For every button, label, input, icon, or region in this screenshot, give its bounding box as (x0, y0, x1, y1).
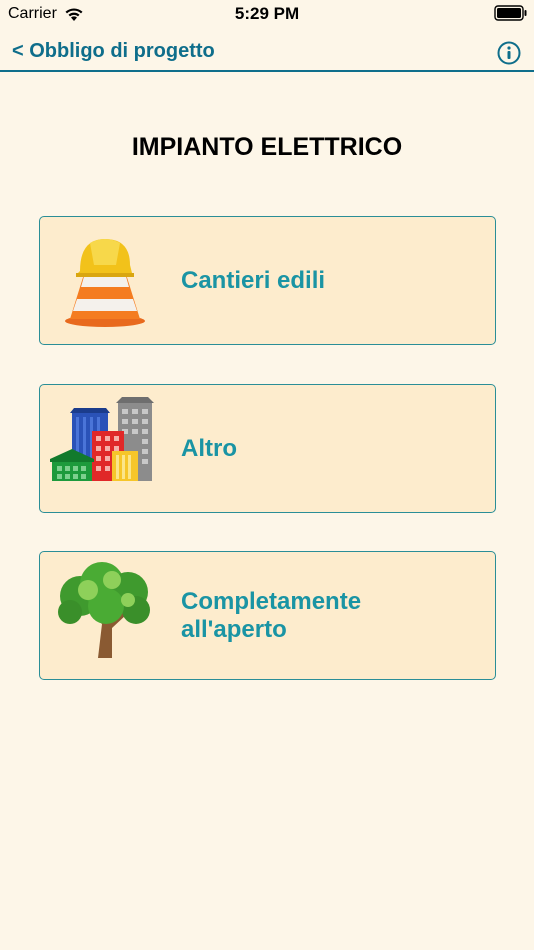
option-label: Completamente all'aperto (181, 552, 361, 679)
option-cantieri-edili[interactable]: Cantieri edili (39, 216, 496, 345)
option-label: Cantieri edili (181, 266, 326, 294)
battery-icon (494, 5, 527, 21)
option-label: Altro (181, 434, 237, 462)
tree-icon (58, 562, 150, 658)
traffic-cone-hardhat-icon (65, 239, 145, 327)
label-line-2: all'aperto (181, 615, 287, 643)
info-icon[interactable] (497, 41, 521, 65)
page-title: IMPIANTO ELETTRICO (131, 133, 403, 161)
clock: 5:29 PM (234, 4, 300, 23)
label-line-1: Completamente (181, 587, 362, 615)
navigation-bar: < Obbligo di progetto (0, 28, 534, 72)
buildings-icon (50, 397, 154, 481)
status-bar: Carrier 5:29 PM (0, 0, 534, 28)
option-altro[interactable]: Altro (39, 384, 496, 513)
back-button[interactable]: < Obbligo di progetto (12, 40, 215, 63)
option-completamente-all-aperto[interactable]: Completamente all'aperto (39, 551, 496, 680)
